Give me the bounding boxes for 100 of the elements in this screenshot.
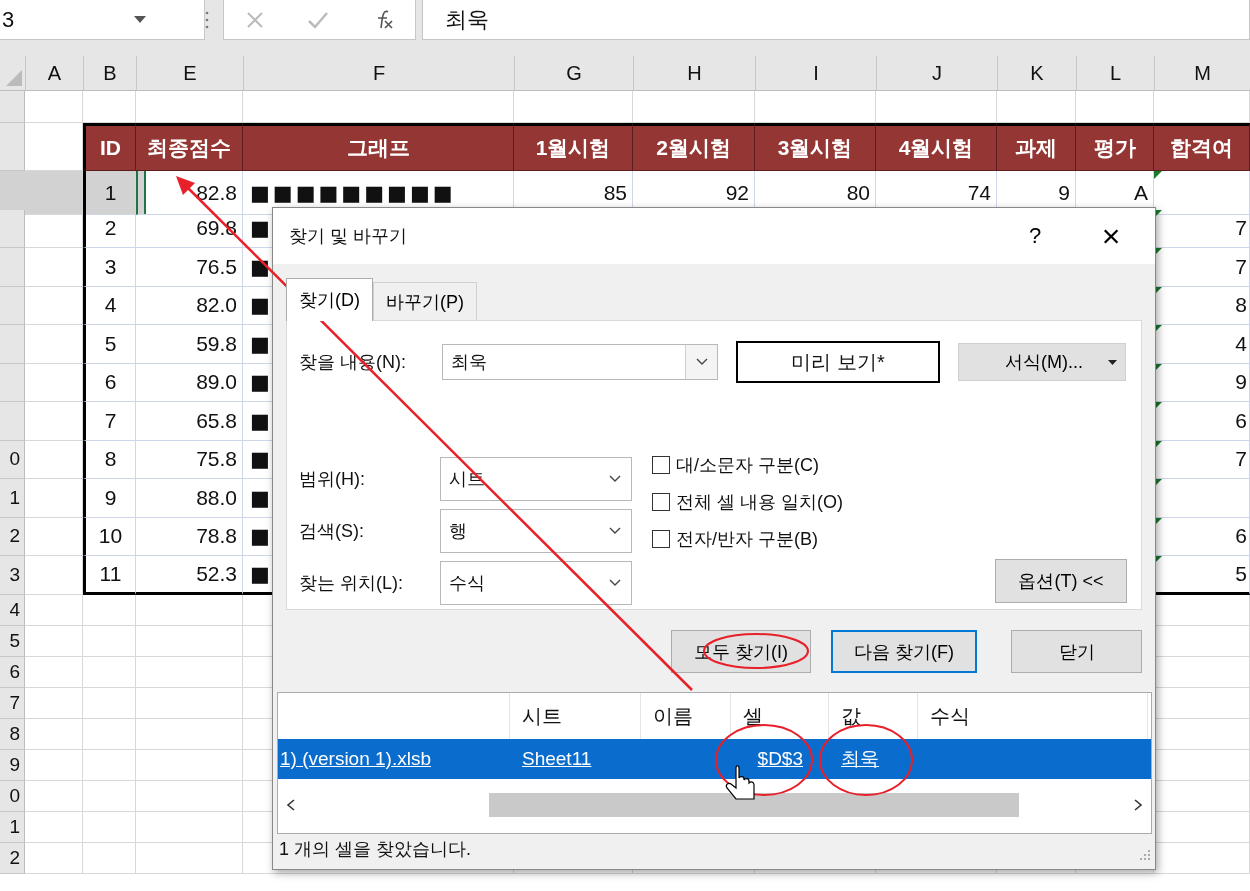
- row-header[interactable]: 7: [0, 687, 25, 719]
- column-header[interactable]: H: [633, 56, 755, 90]
- row-header[interactable]: 0: [0, 780, 25, 812]
- column-header[interactable]: K: [997, 56, 1076, 90]
- chevron-down-icon[interactable]: [609, 475, 621, 483]
- dialog-button[interactable]: 닫기: [1011, 630, 1142, 673]
- close-button[interactable]: ×: [1073, 216, 1149, 256]
- table-cell: 88.0: [136, 479, 243, 518]
- grid-cell: [83, 625, 136, 657]
- link[interactable]: 1) (version 1).xlsb: [280, 748, 431, 770]
- column-header[interactable]: 셀: [743, 702, 763, 730]
- row-header[interactable]: 2: [0, 517, 25, 556]
- chevron-down-icon[interactable]: [609, 579, 621, 587]
- link[interactable]: Sheet11: [522, 748, 592, 770]
- row-header[interactable]: 0: [0, 440, 25, 479]
- resize-grip-icon[interactable]: [1139, 849, 1151, 861]
- tab[interactable]: 바꾸기(P): [373, 282, 477, 320]
- row-header[interactable]: 6: [0, 656, 25, 688]
- grid-cell: [83, 780, 136, 812]
- table-cell: 8: [1235, 293, 1247, 318]
- table-cell: 89.0: [136, 363, 243, 402]
- table-cell: 7: [1235, 447, 1247, 472]
- table-cell: 6: [83, 363, 136, 402]
- column-header[interactable]: F: [243, 56, 514, 90]
- row-header[interactable]: 8: [0, 718, 25, 750]
- dropdown[interactable]: 수식: [440, 561, 632, 605]
- table-header-cell: 3월시험: [755, 123, 876, 171]
- find-field[interactable]: 최욱: [442, 344, 718, 380]
- row-header[interactable]: 3: [0, 556, 25, 595]
- row-header[interactable]: 9: [0, 749, 25, 781]
- column-header[interactable]: L: [1076, 56, 1154, 90]
- table-cell: 9: [1235, 370, 1247, 395]
- column-header[interactable]: M: [1154, 56, 1250, 90]
- grid-cell: [25, 556, 83, 595]
- checkbox[interactable]: [652, 493, 670, 511]
- column-header[interactable]: 수식: [930, 702, 970, 730]
- table-cell: 6: [1235, 524, 1247, 549]
- column-header[interactable]: 값: [841, 702, 861, 730]
- table-header-cell: 평가: [1076, 123, 1154, 171]
- row-header[interactable]: [0, 171, 146, 215]
- chevron-down-icon[interactable]: [609, 527, 621, 535]
- row-header[interactable]: 5: [0, 625, 25, 657]
- grid-cell: [25, 479, 83, 518]
- row-header[interactable]: 4: [0, 594, 25, 626]
- grid-cell: [83, 594, 136, 626]
- more-icon: [205, 11, 209, 29]
- checkbox[interactable]: [652, 530, 670, 548]
- format-preview: 미리 보기*: [736, 341, 940, 383]
- dropdown[interactable]: 행: [440, 509, 632, 553]
- tab[interactable]: 찾기(D): [286, 278, 373, 321]
- field-label: 검색(S):: [299, 520, 365, 543]
- column-header[interactable]: G: [514, 56, 633, 90]
- grid-cell: [25, 325, 83, 364]
- row-header[interactable]: 1: [0, 811, 25, 843]
- chevron-down-icon[interactable]: [695, 358, 708, 366]
- grid-cell: [83, 749, 136, 781]
- result-row[interactable]: 1) (version 1).xlsb Sheet11 $D$3 최욱: [278, 739, 1151, 779]
- grid-cell: [25, 687, 83, 719]
- grid-cell: [83, 718, 136, 750]
- table-cell: 52.3: [136, 556, 243, 595]
- help-button[interactable]: ?: [997, 216, 1073, 256]
- grid-cell: [83, 687, 136, 719]
- formula-field[interactable]: 최욱: [422, 0, 1250, 40]
- scroll-right-icon[interactable]: [1133, 799, 1143, 811]
- options-button[interactable]: 옵션(T) <<: [995, 559, 1127, 603]
- table-cell: 7: [1235, 216, 1247, 241]
- column-header[interactable]: 이름: [653, 702, 693, 730]
- column-header[interactable]: I: [755, 56, 876, 90]
- format-button[interactable]: 서식(M)...: [958, 343, 1126, 381]
- table-cell: 10: [83, 517, 136, 556]
- column-header[interactable]: B: [83, 56, 136, 90]
- table-header-cell: 4월시험: [876, 123, 997, 171]
- grid-cell: [83, 842, 136, 874]
- dropdown-icon[interactable]: [134, 16, 146, 23]
- scroll-left-icon[interactable]: [286, 799, 296, 811]
- column-header[interactable]: J: [876, 56, 997, 90]
- dialog-button[interactable]: 다음 찾기(F): [831, 630, 977, 673]
- table-header-cell: 과제: [997, 123, 1076, 171]
- column-header[interactable]: 시트: [522, 702, 562, 730]
- row-header[interactable]: 1: [0, 479, 25, 518]
- checkbox[interactable]: [652, 456, 670, 474]
- column-header[interactable]: A: [25, 56, 83, 90]
- column-header[interactable]: E: [136, 56, 243, 90]
- name-box[interactable]: 3: [0, 0, 205, 40]
- grid-cell: [25, 363, 83, 402]
- caret-icon[interactable]: [1108, 359, 1117, 365]
- hand-cursor-icon: [725, 765, 755, 800]
- check-icon[interactable]: [306, 10, 329, 29]
- link[interactable]: $D$3: [757, 748, 803, 770]
- scrollbar-thumb[interactable]: [489, 793, 1019, 817]
- table-cell: 82.0: [136, 286, 243, 325]
- grid-cell: [25, 171, 83, 215]
- grid-cell: [83, 656, 136, 688]
- grid-cell: [25, 718, 83, 750]
- link[interactable]: 최욱: [841, 746, 879, 772]
- cancel-icon[interactable]: [245, 10, 264, 29]
- select-all-icon[interactable]: [6, 70, 22, 86]
- field-label: 찾는 위치(L):: [299, 572, 404, 595]
- dialog-title: 찾기 및 바꾸기: [289, 225, 407, 248]
- row-header[interactable]: 2: [0, 842, 25, 874]
